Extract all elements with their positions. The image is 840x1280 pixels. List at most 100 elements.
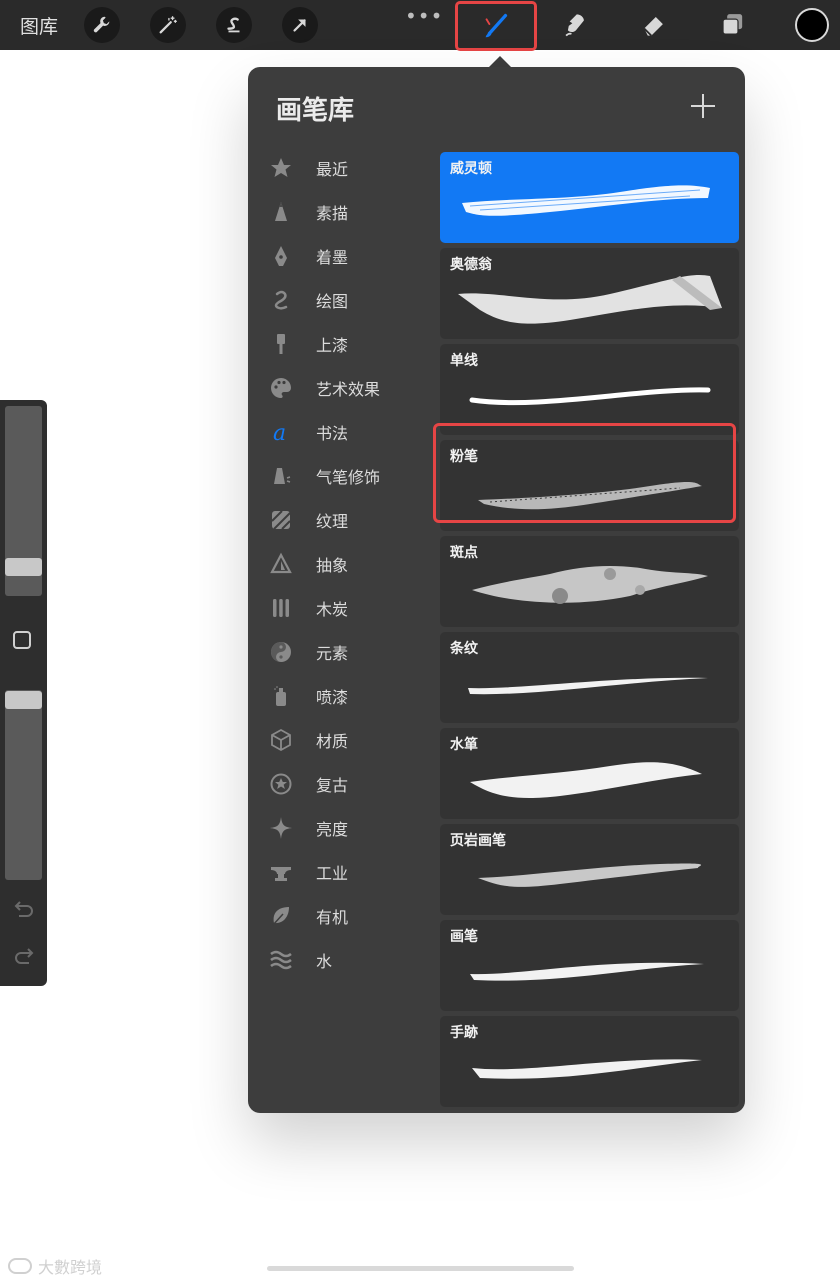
brush-library-panel: 画笔库 最近 素描 着墨 绘图 上漆 艺术效果 a 书法 气笔修饰 纹理 抽象 (248, 67, 745, 1113)
watermark-text: 大數跨境 (38, 1258, 103, 1277)
category-label: 纹理 (316, 512, 349, 531)
category-label: 工业 (316, 864, 349, 883)
category-materials[interactable]: 材质 (268, 725, 438, 755)
chalk-brush-highlight (433, 423, 736, 523)
brush-stroke-preview (472, 566, 708, 604)
category-calligraphy[interactable]: a 书法 (268, 417, 438, 447)
category-artistic[interactable]: 艺术效果 (268, 373, 438, 403)
brush-tool-highlight (455, 1, 537, 51)
yin-yang-icon (268, 639, 294, 665)
category-industrial[interactable]: 工业 (268, 857, 438, 887)
brush-stroke-preview (470, 762, 702, 799)
category-drawing[interactable]: 绘图 (268, 285, 438, 315)
brush-item-water-pen[interactable]: 水箪 (440, 728, 739, 819)
category-abstract[interactable]: 抽象 (268, 549, 438, 579)
brush-size-thumb[interactable] (5, 558, 42, 576)
category-label: 着墨 (316, 248, 349, 267)
retro-star-icon (268, 771, 294, 797)
category-label: 亮度 (316, 820, 349, 839)
modify-button[interactable] (13, 631, 31, 649)
leaf-icon (268, 903, 294, 929)
brush-item-odeon[interactable]: 奥德翁 (440, 248, 739, 339)
brush-stroke-preview (478, 863, 702, 887)
star-icon (268, 155, 294, 181)
more-options-icon[interactable]: ••• (405, 4, 443, 28)
gallery-button[interactable]: 图库 (20, 12, 58, 39)
category-label: 素描 (316, 204, 349, 223)
brush-item-brush[interactable]: 画笔 (440, 920, 739, 1011)
category-organic[interactable]: 有机 (268, 901, 438, 931)
redo-icon[interactable] (11, 947, 37, 967)
category-label: 水 (316, 952, 333, 971)
brush-name: 条纹 (450, 641, 478, 657)
selection-s-icon[interactable] (216, 7, 252, 43)
smudge-tool-icon[interactable] (558, 8, 592, 42)
layers-icon[interactable] (716, 8, 750, 42)
opacity-thumb[interactable] (5, 691, 42, 709)
category-label: 元素 (316, 644, 349, 663)
adjustments-magic-wand-icon[interactable] (150, 7, 186, 43)
category-label: 最近 (316, 160, 349, 179)
watermark: 大數跨境 (8, 1254, 102, 1278)
category-inking[interactable]: 着墨 (268, 241, 438, 271)
squiggle-icon (268, 287, 294, 313)
paint-brush-icon (268, 331, 294, 357)
cube-icon (268, 727, 294, 753)
brush-name: 画笔 (450, 929, 478, 945)
category-charcoals[interactable]: 木炭 (268, 593, 438, 623)
pencil-tip-icon (268, 199, 294, 225)
category-label: 书法 (316, 424, 349, 443)
category-vintage[interactable]: 复古 (268, 769, 438, 799)
home-indicator[interactable] (267, 1266, 574, 1271)
brush-name: 威灵顿 (450, 161, 492, 177)
actions-wrench-icon[interactable] (84, 7, 120, 43)
category-recent[interactable]: 最近 (268, 153, 438, 183)
category-water[interactable]: 水 (268, 945, 438, 975)
brush-stroke-preview (472, 1059, 702, 1079)
texture-icon (268, 507, 294, 533)
category-label: 木炭 (316, 600, 349, 619)
palette-icon (268, 375, 294, 401)
category-airbrushing[interactable]: 气笔修饰 (268, 461, 438, 491)
airbrush-icon (268, 463, 294, 489)
spray-can-icon (268, 683, 294, 709)
brush-item-shale-brush[interactable]: 页岩画笔 (440, 824, 739, 915)
brush-item-handwriting[interactable]: 手跡 (440, 1016, 739, 1107)
triangle-icon (268, 551, 294, 577)
anvil-icon (268, 859, 294, 885)
top-toolbar: 图库 ••• (0, 0, 840, 51)
category-label: 复古 (316, 776, 349, 795)
eraser-tool-icon[interactable] (637, 8, 671, 42)
brush-name: 页岩画笔 (450, 833, 506, 849)
category-painting[interactable]: 上漆 (268, 329, 438, 359)
opacity-slider[interactable] (5, 690, 42, 880)
charcoal-icon (268, 595, 294, 621)
category-label: 喷漆 (316, 688, 349, 707)
color-picker-button[interactable] (795, 8, 829, 42)
add-brush-icon[interactable] (688, 91, 718, 121)
undo-icon[interactable] (11, 900, 37, 920)
brush-stroke-preview (470, 962, 704, 981)
transform-arrow-icon[interactable] (282, 7, 318, 43)
panel-title: 画笔库 (276, 96, 355, 126)
calligraphy-a-icon: a (268, 419, 294, 445)
brush-item-monoline[interactable]: 单线 (440, 344, 739, 435)
brush-stroke-preview (458, 274, 722, 324)
brush-name: 奥德翁 (450, 257, 492, 273)
category-label: 绘图 (316, 292, 349, 311)
category-sketching[interactable]: 素描 (268, 197, 438, 227)
svg-text:a: a (273, 421, 286, 444)
brush-item-wellington[interactable]: 威灵顿 (440, 152, 739, 243)
brush-name: 斑点 (450, 545, 478, 561)
category-luminance[interactable]: 亮度 (268, 813, 438, 843)
category-label: 抽象 (316, 556, 349, 575)
category-textures[interactable]: 纹理 (268, 505, 438, 535)
brush-item-streaks[interactable]: 条纹 (440, 632, 739, 723)
brush-stroke-preview (468, 677, 708, 695)
brush-item-splatter[interactable]: 斑点 (440, 536, 739, 627)
category-label: 气笔修饰 (316, 468, 381, 487)
brush-name: 单线 (450, 353, 478, 369)
category-elements[interactable]: 元素 (268, 637, 438, 667)
sparkle-icon (268, 815, 294, 841)
category-spray-paints[interactable]: 喷漆 (268, 681, 438, 711)
